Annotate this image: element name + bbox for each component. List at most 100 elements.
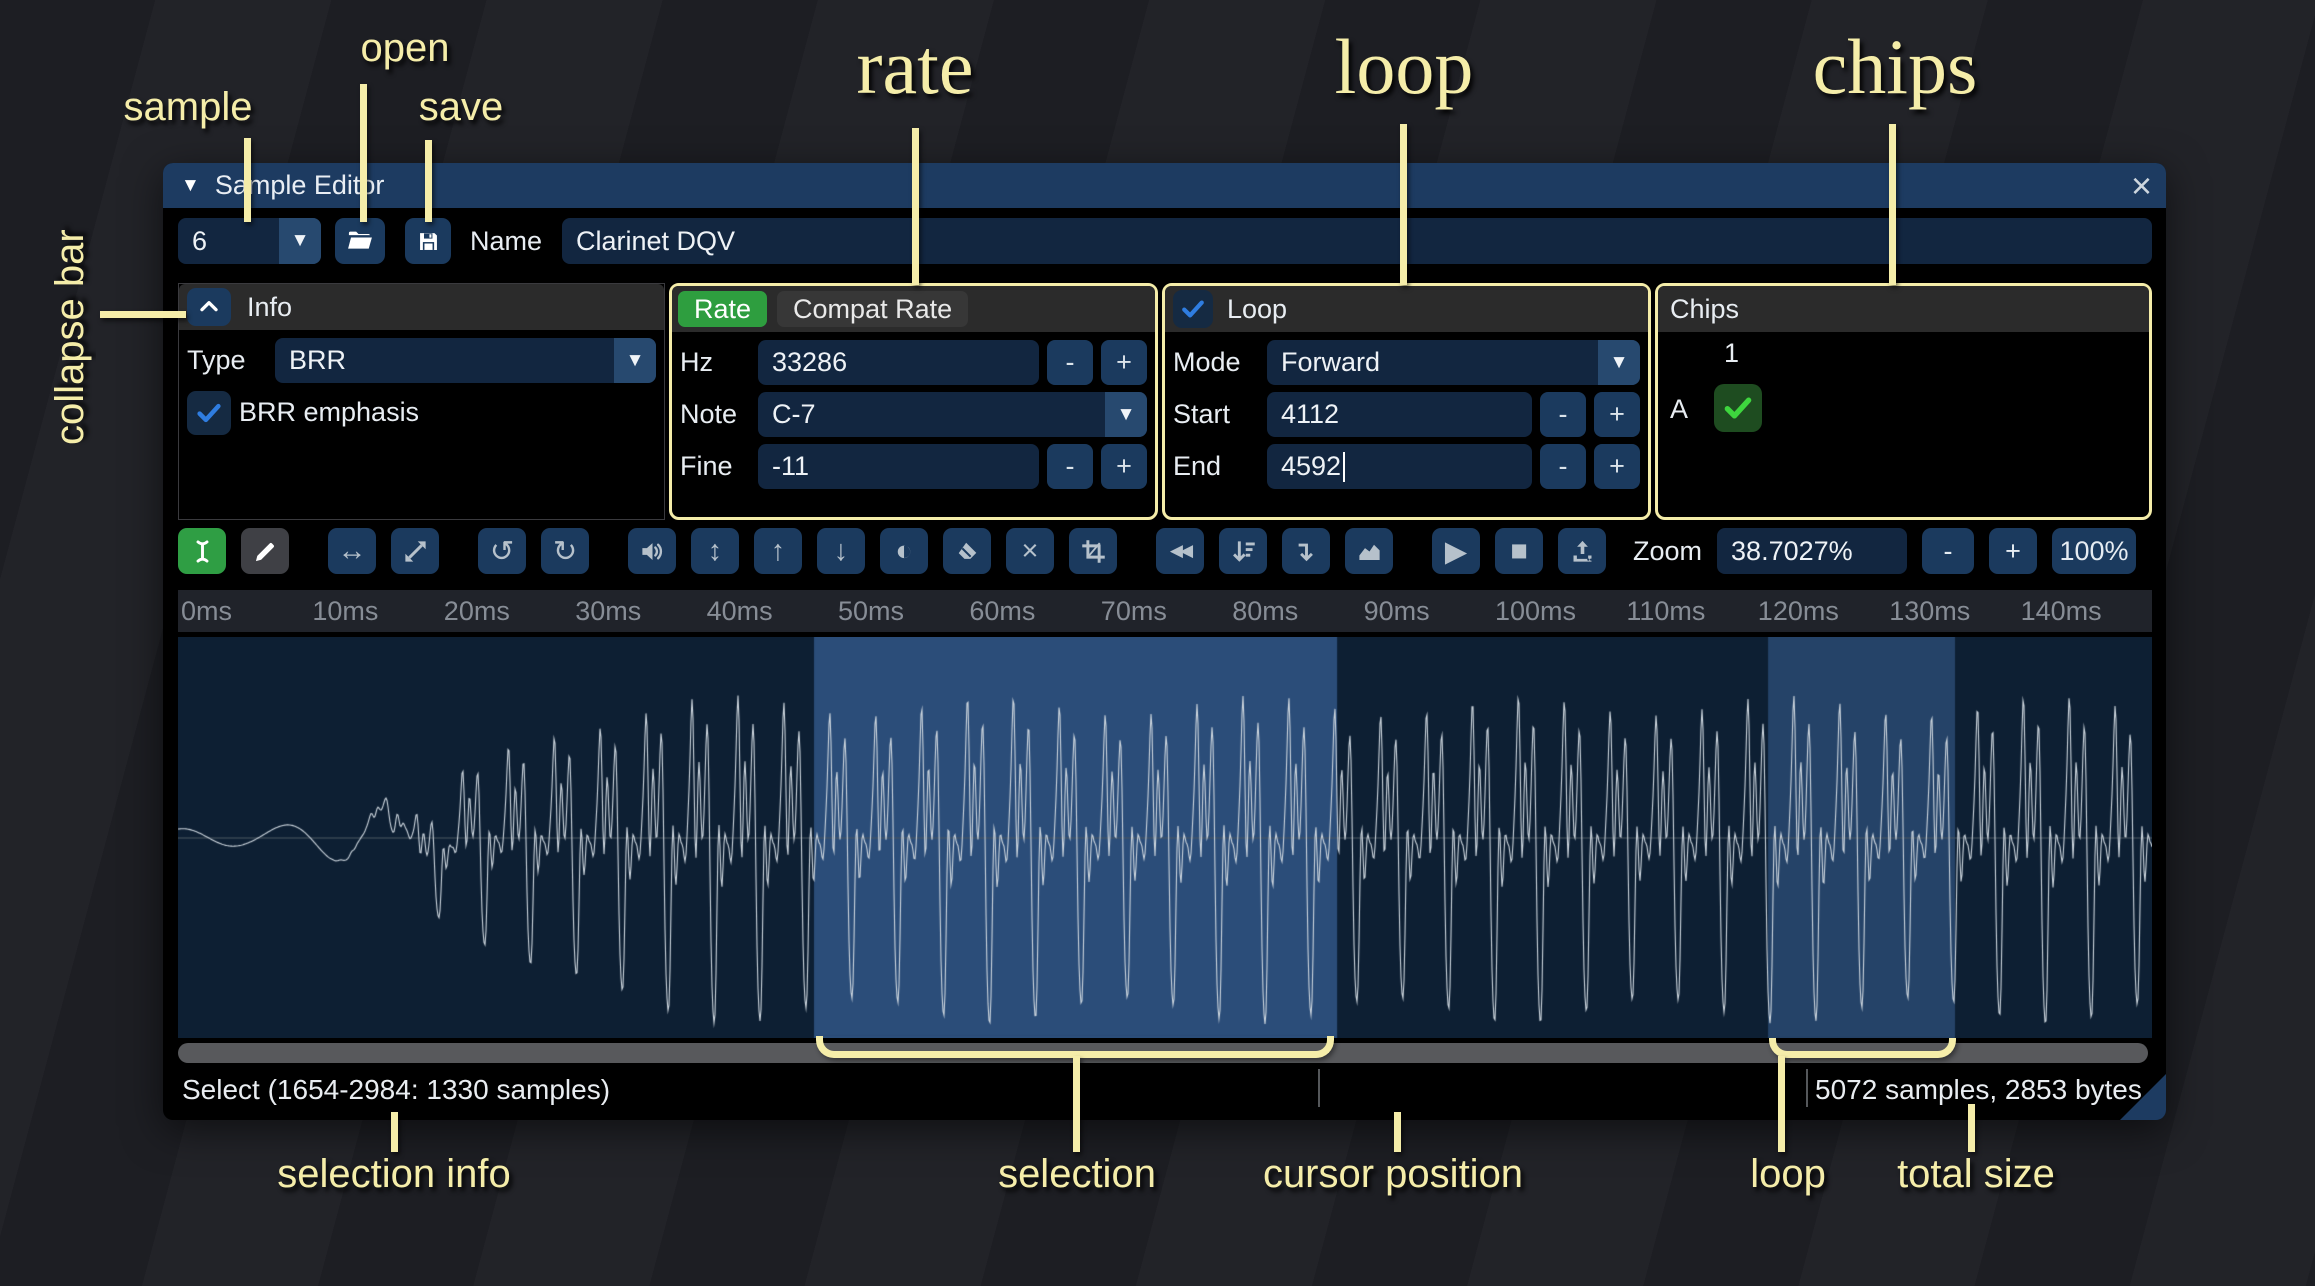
fine-value: -11 [772,451,810,481]
backward-button[interactable]: ◀◀ [1156,528,1204,574]
arrow-up-button[interactable]: ↑ [754,528,802,574]
tab-compat-rate[interactable]: Compat Rate [777,291,969,327]
loop-bracket [1769,1038,1956,1058]
loop-start-increment-button[interactable]: + [1594,392,1640,437]
loop-end-decrement-button[interactable]: - [1540,444,1586,489]
time-ruler[interactable]: 0ms 10ms 20ms 30ms 40ms 50ms 60ms 70ms 80ms 90ms 1… [178,590,2152,632]
status-bar: Select (1654-2984: 1330 samples) 5072 sa… [163,1066,2166,1112]
chips-panel: Chips 1 A [1655,283,2152,520]
undo-button[interactable]: ↺ [478,528,526,574]
sort-descending-button[interactable] [1219,528,1267,574]
annotation-rate: rate [856,23,974,110]
chips-panel-header: Chips [1658,286,2149,332]
arrows-horizontal-button[interactable]: ↔ [328,528,376,574]
hz-input[interactable]: 33286 [758,340,1039,385]
ruler-tick-label: 70ms [1100,596,1167,626]
note-dropdown[interactable]: C-7 ▼ [758,392,1147,437]
annotation-loop-top: loop [1334,23,1474,110]
window-titlebar[interactable]: ▼ Sample Editor × [163,163,2166,208]
loop-panel-header: Loop [1165,286,1648,332]
type-label: Type [187,345,246,375]
zoom-reset-button[interactable]: 100% [2052,528,2137,574]
loop-end-input[interactable]: 4592 [1267,444,1532,489]
caret-down-icon[interactable]: ▼ [614,338,656,383]
loop-start-input[interactable]: 4112 [1267,392,1532,437]
close-icon[interactable]: × [2131,165,2152,207]
play-button[interactable]: ▶ [1432,528,1480,574]
ruler-tick-label: 130ms [1889,596,1971,626]
sample-number-value: 6 [192,225,208,256]
zoom-label: Zoom [1633,535,1703,566]
name-label: Name [470,225,543,256]
arrows-diagonal-button[interactable] [391,528,439,574]
chip-enable-checkbox[interactable] [1714,384,1762,432]
loop-checkbox[interactable] [1173,290,1213,328]
loop-end-increment-button[interactable]: + [1594,444,1640,489]
hz-increment-button[interactable]: + [1101,340,1147,385]
fine-input[interactable]: -11 [758,444,1039,489]
floppy-save-icon [415,228,442,255]
window-title: Sample Editor [214,170,385,200]
zoom-value: 38.7027% [1731,535,1853,566]
chevron-up-icon [196,294,222,320]
pencil-button[interactable] [241,528,289,574]
caret-down-icon[interactable]: ▼ [1598,340,1640,385]
chart-area-button[interactable] [1345,528,1393,574]
tab-rate[interactable]: Rate [678,291,768,327]
arrow-turn-down-button[interactable] [1282,528,1330,574]
backward-icon: ◀◀ [1169,541,1193,560]
loop-start-label: Start [1173,399,1231,429]
fine-increment-button[interactable]: + [1101,444,1147,489]
chart-area-icon [1356,538,1383,565]
note-label: Note [680,399,738,429]
loop-start-decrement-button[interactable]: - [1540,392,1586,437]
crop-button[interactable] [1069,528,1117,574]
volume-button[interactable] [628,528,676,574]
sample-name-value: Clarinet DQV [576,225,736,256]
ruler-tick-label: 120ms [1757,596,1839,626]
eraser-button[interactable] [943,528,991,574]
callout-line-save [425,140,432,222]
sample-name-input[interactable]: Clarinet DQV [562,218,2152,264]
loop-end-value: 4592 [1281,451,1342,481]
hz-label: Hz [680,347,713,377]
annotation-chips: chips [1812,23,1978,110]
info-panel: Info Type BRR ▼ BRR emphasis [178,283,665,520]
delete-x-button[interactable]: × [1006,528,1054,574]
sample-type-value: BRR [289,345,347,375]
hz-decrement-button[interactable]: - [1047,340,1093,385]
play-icon: ▶ [1444,535,1468,568]
arrow-down-button[interactable]: ↓ [817,528,865,574]
mode-label: Mode [1173,347,1241,377]
zoom-input[interactable]: 38.7027% [1717,528,1908,574]
chip-row-label: A [1670,394,1689,424]
hz-value: 33286 [772,347,848,377]
caret-down-icon[interactable]: ▼ [279,218,321,264]
sample-number-dropdown[interactable]: 6 ▼ [178,218,321,264]
callout-line-selection [1073,1056,1080,1152]
zoom-out-button[interactable]: - [1922,528,1975,574]
brr-emphasis-checkbox[interactable] [187,390,231,435]
fine-decrement-button[interactable]: - [1047,444,1093,489]
redo-icon: ↻ [552,535,578,568]
arrows-vertical-button[interactable]: ↕ [691,528,739,574]
waveform-display[interactable] [178,637,2152,1038]
contrast-button[interactable]: ◐ [880,528,928,574]
ibeam-cursor-button[interactable] [178,528,226,574]
loop-mode-dropdown[interactable]: Forward ▼ [1267,340,1640,385]
screenshot-root: ▼ Sample Editor × 6 ▼ Name Clarinet DQV … [0,0,2315,1286]
arrow-turn-down-icon [1293,538,1320,565]
window-collapse-triangle-icon[interactable]: ▼ [181,175,200,197]
redo-button[interactable]: ↻ [541,528,589,574]
eraser-icon [954,538,981,565]
sample-type-dropdown[interactable]: BRR ▼ [275,338,656,383]
arrow-down-icon: ↓ [833,534,849,567]
zoom-in-button[interactable]: + [1989,528,2038,574]
callout-line-chips [1889,124,1896,285]
open-sample-button[interactable] [335,218,385,264]
caret-down-icon[interactable]: ▼ [1105,392,1147,437]
stop-button[interactable]: ■ [1495,528,1543,574]
upload-button[interactable] [1558,528,1606,574]
collapse-bar-button[interactable] [187,288,231,326]
save-sample-button[interactable] [405,218,451,264]
